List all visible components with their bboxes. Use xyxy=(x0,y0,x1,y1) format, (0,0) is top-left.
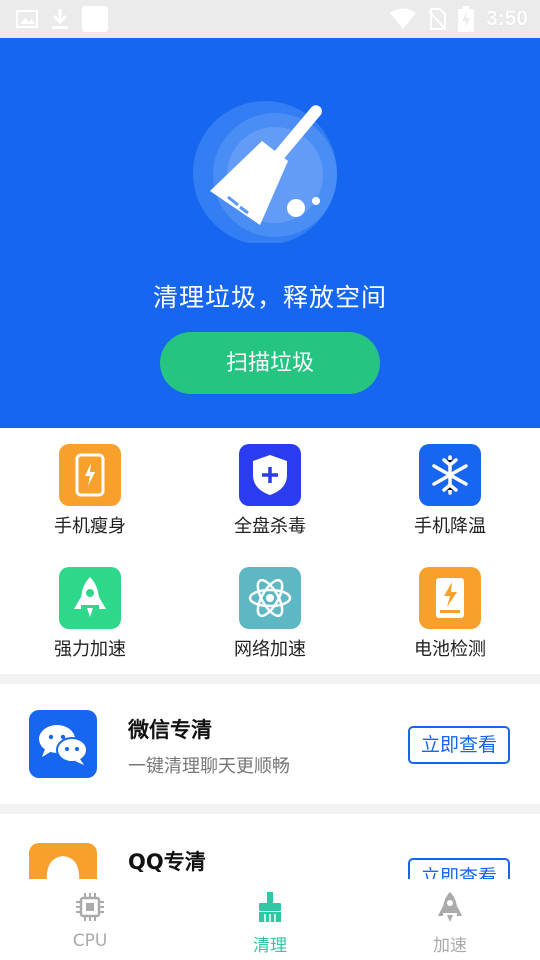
tab-cpu[interactable]: CPU xyxy=(0,879,180,960)
phone-slim-icon xyxy=(59,444,121,506)
clean-brush-icon xyxy=(259,892,281,922)
tools-grid: 手机瘦身 全盘杀毒 手机降温 强力加速 网络加速 电池检测 xyxy=(0,428,540,674)
tab-label: CPU xyxy=(72,931,108,951)
scan-junk-button[interactable]: 扫描垃圾 xyxy=(160,332,380,394)
tool-label: 网络加速 xyxy=(234,639,306,660)
atom-icon xyxy=(239,567,301,629)
status-bar: 3:50 xyxy=(0,0,540,38)
view-now-button[interactable]: 立即查看 xyxy=(408,858,510,879)
tool-label: 强力加速 xyxy=(54,639,126,660)
status-left-icons xyxy=(16,6,108,32)
tool-label: 手机瘦身 xyxy=(54,516,126,537)
tool-label: 电池检测 xyxy=(414,639,486,660)
hero-title: 清理垃圾，释放空间 xyxy=(152,283,387,312)
status-right-icons: 3:50 xyxy=(389,6,528,32)
wifi-icon xyxy=(389,8,416,29)
card-title: 微信专清 xyxy=(128,718,212,742)
shield-plus-icon xyxy=(239,444,301,506)
bottom-tab-bar: CPU 清理 加速 xyxy=(0,879,540,960)
tool-battery-check[interactable]: 电池检测 xyxy=(390,567,510,661)
app-square-icon xyxy=(82,6,108,32)
broom-icon xyxy=(193,101,337,243)
snowflake-icon xyxy=(419,444,481,506)
tool-label: 全盘杀毒 xyxy=(234,516,306,537)
rocket-icon xyxy=(438,892,462,922)
tab-boost[interactable]: 加速 xyxy=(360,879,540,960)
tool-network-boost[interactable]: 网络加速 xyxy=(210,567,330,661)
wechat-icon xyxy=(29,710,97,778)
card-subtitle: 一键清理聊天更顺畅 xyxy=(128,756,290,777)
tab-clean[interactable]: 清理 xyxy=(180,879,360,960)
battery-charging-icon xyxy=(457,6,474,32)
card-title: QQ专清 xyxy=(128,850,206,874)
tool-boost[interactable]: 强力加速 xyxy=(30,567,150,661)
no-sim-icon xyxy=(428,8,446,30)
rocket-icon xyxy=(59,567,121,629)
cpu-chip-icon xyxy=(76,893,104,921)
battery-bolt-icon xyxy=(419,567,481,629)
download-icon xyxy=(52,9,68,29)
tool-cooldown[interactable]: 手机降温 xyxy=(390,444,510,538)
tool-phone-slim[interactable]: 手机瘦身 xyxy=(30,444,150,538)
image-icon xyxy=(16,10,38,28)
qq-icon xyxy=(29,843,97,879)
status-time: 3:50 xyxy=(485,7,528,30)
tab-label: 清理 xyxy=(253,936,287,956)
tab-label: 加速 xyxy=(433,936,467,956)
view-now-button[interactable]: 立即查看 xyxy=(408,726,510,764)
wechat-clean-card: 微信专清 一键清理聊天更顺畅 立即查看 xyxy=(0,684,540,804)
tool-label: 手机降温 xyxy=(414,516,486,537)
qq-clean-card: QQ专清 立即查看 xyxy=(0,814,540,879)
tool-antivirus[interactable]: 全盘杀毒 xyxy=(210,444,330,538)
hero-panel: 清理垃圾，释放空间 扫描垃圾 xyxy=(0,38,540,428)
